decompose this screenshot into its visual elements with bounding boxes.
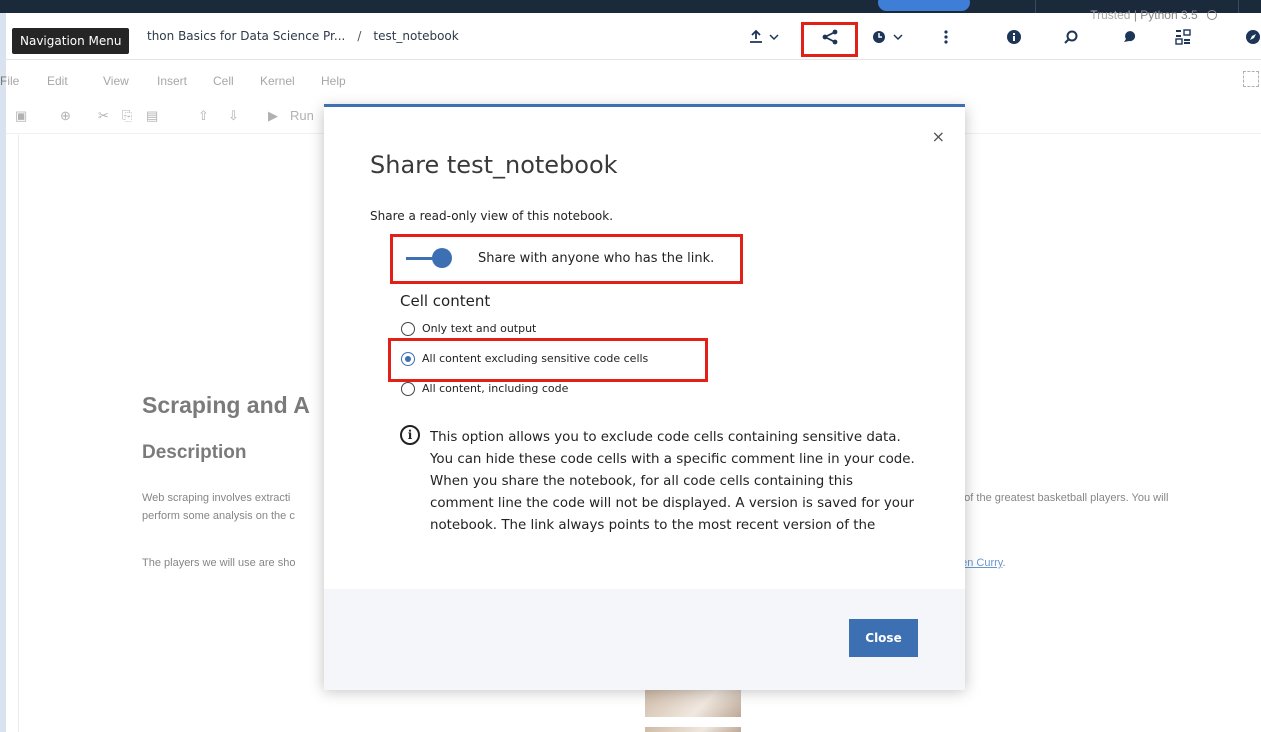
- data-icon: [1175, 28, 1191, 45]
- cell-content-heading: Cell content: [400, 292, 491, 310]
- upload-button[interactable]: [744, 13, 784, 60]
- top-bar-divider: [1035, 0, 1036, 13]
- schedule-button[interactable]: [866, 13, 910, 60]
- share-dialog: × Share test_notebook Share a read-only …: [324, 104, 965, 690]
- top-bar-button[interactable]: [878, 0, 970, 11]
- navigation-menu-tooltip: Navigation Menu: [12, 28, 130, 54]
- compass-icon: [1245, 29, 1260, 44]
- dialog-subtitle: Share a read-only view of this notebook.: [370, 209, 614, 223]
- radio-all-content-label[interactable]: All content, including code: [422, 382, 568, 395]
- more-button[interactable]: [936, 13, 956, 60]
- compass-button[interactable]: [1244, 13, 1261, 60]
- more-vertical-icon: [944, 29, 948, 44]
- find-resources-button[interactable]: [1060, 13, 1082, 60]
- breadcrumb-notebook: test_notebook: [373, 29, 459, 43]
- trusted-indicator[interactable]: Trusted: [1090, 8, 1130, 22]
- comments-icon: [1124, 30, 1136, 42]
- info-icon: [1007, 29, 1021, 44]
- breadcrumb: thon Basics for Data Science Pr... / test_…: [147, 13, 459, 60]
- radio-only-text-label[interactable]: Only text and output: [422, 322, 536, 335]
- info-panel-button[interactable]: [1003, 13, 1025, 60]
- radio-only-text[interactable]: [401, 322, 415, 336]
- kernel-idle-icon: [1207, 10, 1217, 20]
- breadcrumb-separator: /: [357, 29, 362, 43]
- find-resources-icon: [1064, 30, 1078, 44]
- top-bar: [0, 0, 1261, 13]
- dialog-footer: Close: [324, 589, 965, 690]
- kernel-status: Trusted | Python 3.5: [1090, 8, 1217, 22]
- dialog-title: Share test_notebook: [370, 151, 618, 179]
- info-circle-icon: i: [400, 425, 420, 445]
- option-highlight-box: [388, 338, 708, 382]
- info-description: This option allows you to exclude code c…: [430, 430, 915, 533]
- close-icon[interactable]: ×: [932, 127, 945, 146]
- clock-icon: [873, 30, 903, 43]
- share-highlight-box: [801, 22, 858, 57]
- radio-all-content[interactable]: [401, 382, 415, 396]
- kernel-divider: |: [1133, 8, 1137, 22]
- upload-icon: [750, 29, 779, 43]
- breadcrumb-project[interactable]: thon Basics for Data Science Pr...: [147, 29, 345, 43]
- kernel-name[interactable]: Python 3.5: [1140, 8, 1197, 22]
- top-bar-divider: [1238, 0, 1239, 13]
- toggle-highlight-box: [390, 234, 743, 284]
- close-button[interactable]: Close: [849, 619, 918, 657]
